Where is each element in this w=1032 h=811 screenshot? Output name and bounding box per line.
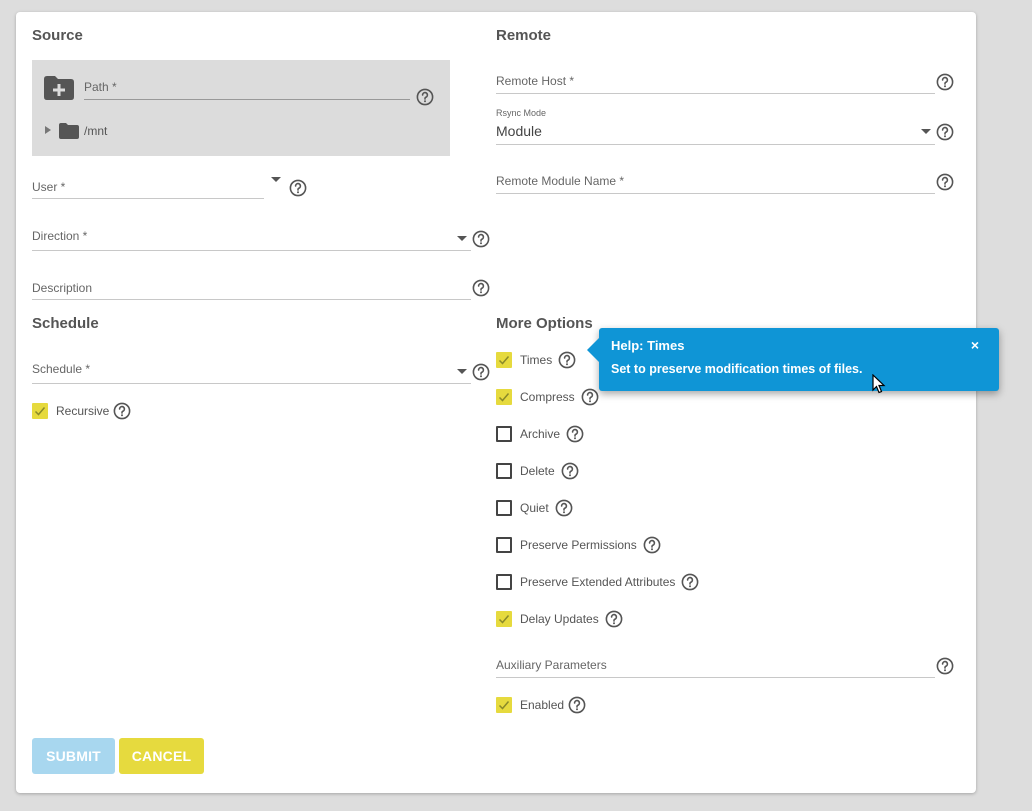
tooltip-title: Help: Times bbox=[611, 338, 685, 353]
recursive-checkbox[interactable] bbox=[32, 403, 48, 419]
path-explorer: Path * /mnt bbox=[32, 60, 450, 156]
user-select[interactable] bbox=[32, 198, 264, 199]
path-input[interactable] bbox=[84, 99, 410, 100]
folder-icon bbox=[59, 123, 79, 139]
delete-help-icon[interactable] bbox=[561, 462, 579, 480]
remote-host-help-icon[interactable] bbox=[936, 73, 954, 91]
rsync-mode-help-icon[interactable] bbox=[936, 123, 954, 141]
preserve-permissions-help-icon[interactable] bbox=[643, 536, 661, 554]
preserve-extended-attributes-help-icon[interactable] bbox=[681, 573, 699, 591]
tree-expand-icon[interactable] bbox=[45, 126, 51, 134]
help-tooltip: Help: Times × Set to preserve modificati… bbox=[587, 328, 999, 391]
task-form-card: Source Path * /mnt User * Direction * De… bbox=[16, 12, 976, 793]
cancel-button[interactable]: CANCEL bbox=[119, 738, 204, 774]
auxiliary-parameters-label: Auxiliary Parameters bbox=[496, 658, 607, 672]
rsync-mode-select[interactable] bbox=[496, 144, 935, 145]
tooltip-body: Set to preserve modification times of fi… bbox=[611, 362, 863, 376]
more-options-section-title: More Options bbox=[496, 315, 593, 332]
remote-module-name-label: Remote Module Name * bbox=[496, 174, 625, 188]
enabled-label: Enabled bbox=[520, 698, 565, 712]
delay-updates-checkbox[interactable] bbox=[496, 611, 512, 627]
folder-add-icon[interactable] bbox=[44, 76, 74, 100]
schedule-help-icon[interactable] bbox=[472, 363, 490, 381]
delay-updates-help-icon[interactable] bbox=[605, 610, 623, 628]
delete-label: Delete bbox=[520, 464, 555, 478]
source-section-title: Source bbox=[32, 27, 83, 44]
compress-checkbox[interactable] bbox=[496, 389, 512, 405]
quiet-checkbox[interactable] bbox=[496, 500, 512, 516]
remote-host-input[interactable] bbox=[496, 93, 935, 94]
archive-help-icon[interactable] bbox=[566, 425, 584, 443]
schedule-section-title: Schedule bbox=[32, 315, 99, 332]
archive-checkbox[interactable] bbox=[496, 426, 512, 442]
delay-updates-label: Delay Updates bbox=[520, 612, 599, 626]
mouse-cursor-icon bbox=[872, 373, 886, 394]
quiet-label: Quiet bbox=[520, 501, 549, 515]
user-dropdown-icon[interactable] bbox=[271, 177, 281, 182]
remote-section-title: Remote bbox=[496, 27, 552, 44]
direction-dropdown-icon[interactable] bbox=[457, 236, 467, 241]
path-label: Path * bbox=[84, 80, 117, 94]
schedule-select[interactable] bbox=[32, 383, 471, 384]
enabled-help-icon[interactable] bbox=[568, 696, 586, 714]
tooltip-close-icon[interactable]: × bbox=[971, 337, 979, 353]
quiet-help-icon[interactable] bbox=[555, 499, 573, 517]
user-label: User * bbox=[32, 180, 66, 194]
enabled-checkbox[interactable] bbox=[496, 697, 512, 713]
auxiliary-parameters-input[interactable] bbox=[496, 677, 935, 678]
preserve-permissions-checkbox[interactable] bbox=[496, 537, 512, 553]
description-input[interactable] bbox=[32, 299, 471, 300]
direction-select[interactable] bbox=[32, 250, 471, 251]
preserve-extended-attributes-checkbox[interactable] bbox=[496, 574, 512, 590]
preserve-permissions-label: Preserve Permissions bbox=[520, 538, 637, 552]
times-label: Times bbox=[520, 353, 553, 367]
remote-module-name-help-icon[interactable] bbox=[936, 173, 954, 191]
user-help-icon[interactable] bbox=[289, 179, 307, 197]
schedule-label: Schedule * bbox=[32, 362, 91, 376]
submit-button[interactable]: SUBMIT bbox=[32, 738, 115, 774]
description-help-icon[interactable] bbox=[472, 279, 490, 297]
remote-module-name-input[interactable] bbox=[496, 193, 935, 194]
rsync-mode-value[interactable]: Module bbox=[496, 123, 542, 139]
compress-help-icon[interactable] bbox=[581, 388, 599, 406]
delete-checkbox[interactable] bbox=[496, 463, 512, 479]
recursive-label: Recursive bbox=[56, 404, 110, 418]
archive-label: Archive bbox=[520, 427, 561, 441]
compress-label: Compress bbox=[520, 390, 575, 404]
auxiliary-parameters-help-icon[interactable] bbox=[936, 657, 954, 675]
direction-help-icon[interactable] bbox=[472, 230, 490, 248]
direction-label: Direction * bbox=[32, 229, 88, 243]
times-help-icon[interactable] bbox=[558, 351, 576, 369]
schedule-dropdown-icon[interactable] bbox=[457, 369, 467, 374]
times-checkbox[interactable] bbox=[496, 352, 512, 368]
preserve-extended-attributes-label: Preserve Extended Attributes bbox=[520, 575, 676, 589]
remote-host-label: Remote Host * bbox=[496, 74, 575, 88]
rsync-mode-label: Rsync Mode bbox=[496, 108, 547, 118]
path-help-icon[interactable] bbox=[416, 88, 434, 106]
description-label: Description bbox=[32, 281, 93, 295]
rsync-mode-dropdown-icon[interactable] bbox=[921, 129, 931, 134]
tree-item-mnt[interactable]: /mnt bbox=[84, 124, 107, 138]
recursive-help-icon[interactable] bbox=[113, 402, 131, 420]
